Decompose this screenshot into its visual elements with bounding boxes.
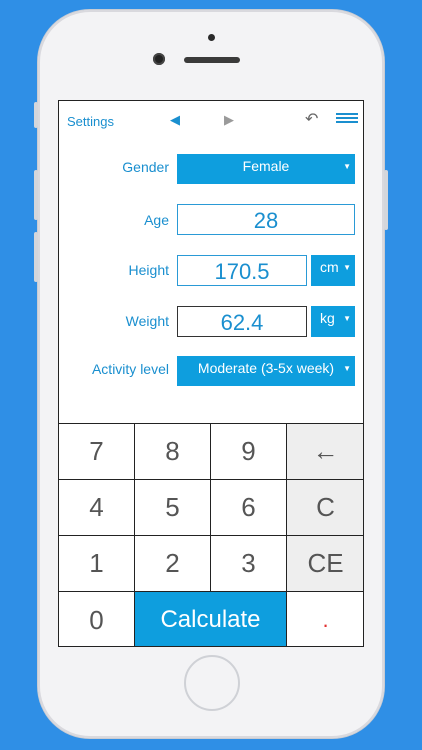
home-button[interactable] [184, 655, 240, 711]
dropdown-caret-icon: ▼ [343, 263, 351, 272]
earpiece-speaker [184, 57, 240, 63]
gender-label: Gender [122, 159, 169, 175]
weight-value: 62.4 [220, 310, 264, 335]
weight-label: Weight [125, 313, 169, 329]
decimal-key[interactable]: . [287, 592, 363, 646]
key-3[interactable]: 3 [211, 536, 287, 592]
calculate-button[interactable]: Calculate [135, 592, 287, 646]
proximity-sensor [208, 34, 215, 41]
age-label: Age [144, 212, 169, 228]
height-unit-value: cm [320, 259, 339, 275]
height-unit-select[interactable]: cm ▼ [311, 255, 355, 286]
key-0[interactable]: 0 [59, 592, 135, 646]
hamburger-menu-icon[interactable] [336, 113, 358, 123]
key-2[interactable]: 2 [135, 536, 211, 592]
backspace-key[interactable]: ← [287, 424, 363, 480]
weight-unit-value: kg [320, 310, 335, 326]
activity-level-label: Activity level [91, 361, 169, 377]
next-arrow-icon[interactable]: ▶ [224, 112, 234, 128]
age-value: 28 [253, 208, 279, 233]
dropdown-caret-icon: ▼ [343, 364, 351, 373]
top-toolbar: Settings ◀ ▶ ↶ [59, 101, 363, 141]
dropdown-caret-icon: ▼ [343, 314, 351, 323]
weight-field[interactable]: 62.4 [177, 306, 307, 337]
height-field[interactable]: 170.5 [177, 255, 307, 286]
clear-entry-key[interactable]: CE [287, 536, 363, 592]
height-label: Height [128, 262, 169, 278]
key-9[interactable]: 9 [211, 424, 287, 480]
activity-level-select[interactable]: Moderate (3-5x week) ▼ [177, 356, 355, 386]
previous-arrow-icon[interactable]: ◀ [170, 112, 180, 128]
volume-down-button [34, 232, 38, 282]
mute-switch [34, 102, 38, 128]
key-8[interactable]: 8 [135, 424, 211, 480]
settings-link[interactable]: Settings [67, 114, 114, 129]
height-value: 170.5 [214, 259, 270, 284]
key-5[interactable]: 5 [135, 480, 211, 536]
front-camera [153, 53, 165, 65]
key-7[interactable]: 7 [59, 424, 135, 480]
key-1[interactable]: 1 [59, 536, 135, 592]
dropdown-caret-icon: ▼ [343, 162, 351, 171]
volume-up-button [34, 170, 38, 220]
undo-icon[interactable]: ↶ [305, 109, 318, 129]
gender-value: Female [242, 158, 290, 174]
power-button [384, 170, 388, 230]
key-6[interactable]: 6 [211, 480, 287, 536]
clear-key[interactable]: C [287, 480, 363, 536]
numeric-keypad: 7 8 9 ← 4 5 6 C 1 2 3 CE 0 Calculate . [59, 423, 363, 646]
age-field[interactable]: 28 [177, 204, 355, 235]
key-4[interactable]: 4 [59, 480, 135, 536]
weight-unit-select[interactable]: kg ▼ [311, 306, 355, 337]
activity-level-value: Moderate (3-5x week) [197, 360, 335, 376]
gender-select[interactable]: Female ▼ [177, 154, 355, 184]
app-screen: Settings ◀ ▶ ↶ Gender Female ▼ Age 28 He… [58, 100, 364, 647]
